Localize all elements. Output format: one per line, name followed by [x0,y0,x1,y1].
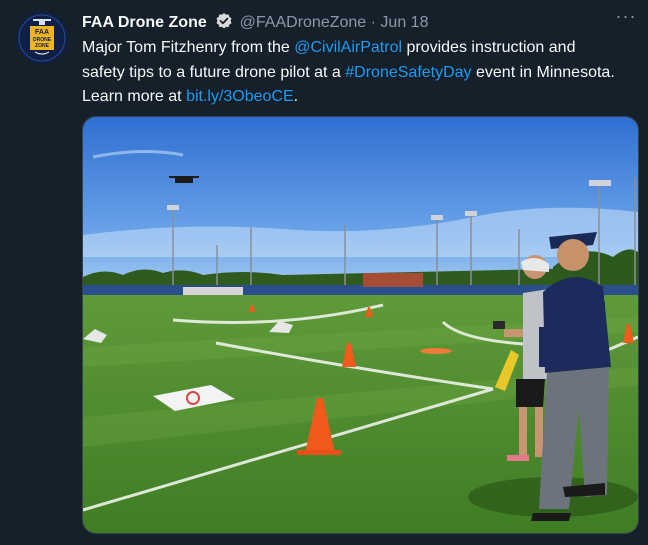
tweet-link[interactable]: bit.ly/3ObeoCE [186,88,294,105]
svg-text:ZONE: ZONE [35,43,50,49]
tweet-header: FAA Drone Zone @FAADroneZone · Jun 18 [82,12,638,34]
tweet-photo[interactable] [82,116,639,534]
svg-text:FAA: FAA [35,29,49,36]
tweet-link[interactable]: @CivilAirPatrol [294,39,402,56]
author-name[interactable]: FAA Drone Zone [82,14,207,31]
author-handle[interactable]: @FAADroneZone [240,14,367,31]
tweet-date[interactable]: Jun 18 [380,14,428,31]
tweet-text-segment: . [293,88,299,105]
tweet-text: Major Tom Fitzhenry from the @CivilAirPa… [82,36,622,110]
separator-dot: · [370,14,376,31]
more-options-icon[interactable]: ··· [614,7,638,30]
drone-field-photo [83,117,638,533]
tweet-text-segment: Major Tom Fitzhenry from the [82,39,295,56]
tweet-link[interactable]: #DroneSafetyDay [345,64,471,81]
verified-badge-icon [215,12,233,37]
avatar[interactable]: FAA DRONE ZONE [16,12,68,64]
faa-drone-zone-logo: FAA DRONE ZONE [16,12,68,64]
